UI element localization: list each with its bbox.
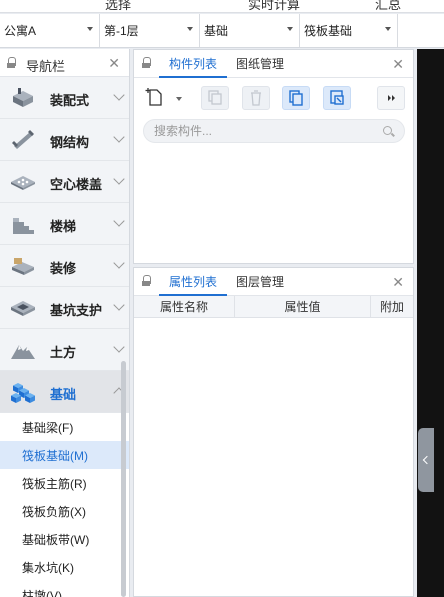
trash-icon [251,90,261,106]
ribbon-group-select[interactable]: 选择 [105,0,131,12]
sub-item-column-pier[interactable]: 柱墩(V) [0,581,129,597]
delete-component-button[interactable] [242,86,270,110]
building-select[interactable]: 公寓A [0,14,100,47]
prefab-icon [13,88,33,107]
more-tools-button[interactable] [377,86,405,110]
chevron-down-icon [113,215,125,227]
dropdown-arrow-icon [187,27,193,31]
steel-beam-icon [12,130,34,149]
sub-item-foundation-beam[interactable]: 基础梁(F) [0,413,129,441]
component-type-select-value: 筏板基础 [304,24,353,38]
column-header-extra[interactable]: 附加 [371,296,413,318]
dropdown-arrow-icon [87,27,93,31]
sub-item-raft-foundation[interactable]: 筏板基础(M) [0,441,129,469]
component-list-panel: 构件列表 图纸管理 ✕ [133,49,414,264]
close-icon[interactable]: ✕ [392,274,404,291]
sub-item-foundation-strip[interactable]: 基础板带(W) [0,525,129,553]
chevron-down-icon [113,131,125,143]
new-file-icon [145,88,162,106]
hollow-slab-icon [11,176,35,190]
nav-item-steel[interactable]: 钢结构 [0,119,129,161]
pin-icon[interactable] [142,275,151,287]
tab-layer-management[interactable]: 图层管理 [236,268,284,296]
drawing-viewport[interactable] [417,49,444,597]
tab-component-list[interactable]: 构件列表 [159,50,228,78]
copy-icon [208,90,222,105]
nav-item-stairs[interactable]: 楼梯 [0,203,129,245]
dropdown-arrow-icon [287,27,293,31]
nav-item-label: 土方 [50,345,77,360]
new-component-button[interactable] [144,86,188,110]
nav-item-label: 基础 [50,387,77,402]
sub-item-sump-pit[interactable]: 集水坑(K) [0,553,129,581]
search-icon[interactable] [383,126,392,135]
floor-select[interactable]: 第-1层 [100,14,200,47]
sub-item-raft-main-rebar[interactable]: 筏板主筋(R) [0,469,129,497]
component-search [143,119,405,143]
floor-select-value: 第-1层 [104,24,139,38]
dropdown-arrow-icon [385,27,391,31]
pit-support-icon [11,301,35,316]
nav-item-label: 空心楼盖 [50,177,103,192]
stairs-icon [13,218,34,234]
nav-item-prefab[interactable]: 装配式 [0,77,129,119]
category-select-value: 基础 [204,24,229,38]
nav-item-label: 装配式 [50,93,90,108]
ribbon-group-realtime[interactable]: 实时计算 [248,0,300,12]
component-type-select[interactable]: 筏板基础 [300,14,398,47]
chevron-down-icon [113,173,125,185]
nav-item-label: 楼梯 [50,219,77,234]
copy-component-button[interactable] [201,86,229,110]
foundation-icon [11,383,35,403]
nav-item-hollow-slab[interactable]: 空心楼盖 [0,161,129,203]
navigation-panel: 导航栏 ✕ 装配式 钢结构 空心楼盖 楼梯 装修 基坑支护 土方 基础 基础梁(… [0,49,130,597]
close-icon[interactable]: ✕ [108,55,120,72]
collapse-panel-handle[interactable] [418,428,434,492]
nav-item-pit-support[interactable]: 基坑支护 [0,287,129,329]
property-panel-tabs: 属性列表 图层管理 ✕ [134,268,413,296]
navigation-header: 导航栏 ✕ [0,49,129,77]
more-chevron-icon [388,95,395,101]
nav-item-earthwork[interactable]: 土方 [0,329,129,371]
navigation-title: 导航栏 [26,59,66,74]
tab-drawing-management[interactable]: 图纸管理 [236,50,284,78]
ribbon-group-summary[interactable]: 汇总 [375,0,401,12]
earthwork-icon [11,345,35,359]
pick-component-icon [330,90,344,105]
component-toolbar [134,78,413,114]
property-table-header: 属性名称 属性值 附加 [134,296,413,318]
chevron-down-icon [113,341,125,353]
chevron-down-icon [113,257,125,269]
pin-icon[interactable] [142,57,151,69]
nav-item-label: 基坑支护 [50,303,103,318]
layer-copy-icon [289,90,303,106]
nav-item-label: 钢结构 [50,135,90,150]
column-header-property-value[interactable]: 属性值 [235,296,371,318]
column-header-property-name[interactable]: 属性名称 [134,296,235,318]
component-search-input[interactable] [154,123,374,139]
layer-copy-button[interactable] [282,86,310,110]
nav-item-foundation[interactable]: 基础 [0,371,129,413]
tab-property-list[interactable]: 属性列表 [159,268,228,296]
chevron-down-icon [113,299,125,311]
navigation-scrollbar[interactable] [121,361,126,597]
sub-item-raft-negative-rebar[interactable]: 筏板负筋(X) [0,497,129,525]
decoration-icon [12,258,34,275]
nav-item-decoration[interactable]: 装修 [0,245,129,287]
close-icon[interactable]: ✕ [392,56,404,73]
top-ribbon-strip: 选择 实时计算 汇总 [0,0,444,13]
nav-item-label: 装修 [50,261,77,276]
component-panel-tabs: 构件列表 图纸管理 ✕ [134,50,413,78]
pin-icon[interactable] [7,57,16,69]
floor-selector-bar: 公寓A 第-1层 基础 筏板基础 [0,14,444,48]
chevron-down-icon [113,89,125,101]
category-select[interactable]: 基础 [200,14,300,47]
property-list-panel: 属性列表 图层管理 ✕ 属性名称 属性值 附加 [133,267,414,597]
pick-component-button[interactable] [323,86,351,110]
building-select-value: 公寓A [4,24,37,38]
dropdown-arrow-icon[interactable] [176,97,182,101]
